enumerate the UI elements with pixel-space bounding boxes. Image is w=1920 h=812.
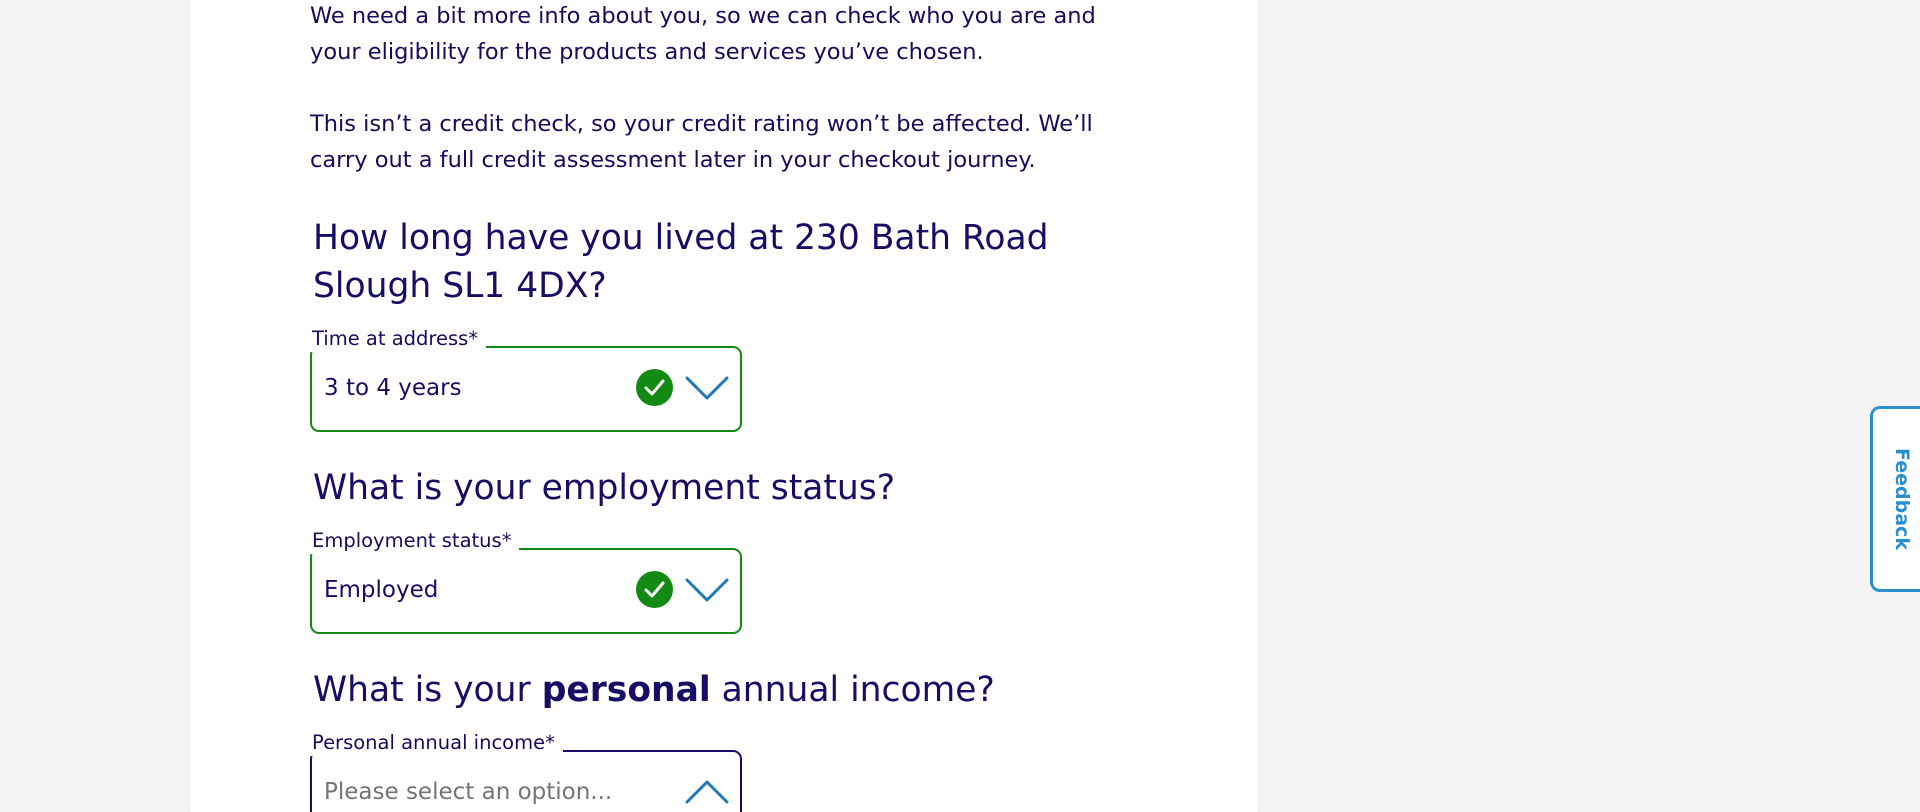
form-card: We need a bit more info about you, so we… (190, 0, 1258, 812)
question-income-suffix: annual income? (710, 670, 995, 710)
personal-income-placeholder: Please select an option... (324, 779, 613, 805)
chevron-up-icon[interactable] (684, 776, 730, 806)
time-at-address-value: 3 to 4 years (324, 375, 462, 401)
time-at-address-select[interactable]: Time at address* 3 to 4 years (310, 326, 742, 432)
time-at-address-label: Time at address* (310, 326, 487, 352)
employment-status-select[interactable]: Employment status* Employed (310, 528, 742, 634)
question-employment-status: What is your employment status? (313, 468, 896, 508)
chevron-down-icon[interactable] (684, 372, 730, 402)
question-income-prefix: What is your (313, 670, 542, 710)
personal-income-select[interactable]: Personal annual income* Please select an… (310, 730, 742, 812)
chevron-down-icon[interactable] (684, 574, 730, 604)
check-circle-icon (636, 571, 673, 608)
page: We need a bit more info about you, so we… (0, 0, 1920, 812)
question-income-emphasis: personal (541, 670, 711, 710)
intro-paragraph-identity: We need a bit more info about you, so we… (310, 3, 1096, 65)
question-personal-income: What is your personal annual income? (313, 666, 1133, 714)
personal-income-label: Personal annual income* (310, 730, 563, 756)
question-time-at-address: How long have you lived at 230 Bath Road… (313, 218, 1049, 306)
employment-status-label: Employment status* (310, 528, 520, 554)
employment-status-value: Employed (324, 577, 439, 603)
intro-paragraph-credit: This isn’t a credit check, so your credi… (310, 111, 1093, 173)
feedback-label: Feedback (1890, 448, 1913, 550)
check-circle-icon (636, 369, 673, 406)
feedback-tab[interactable]: Feedback (1870, 406, 1920, 592)
